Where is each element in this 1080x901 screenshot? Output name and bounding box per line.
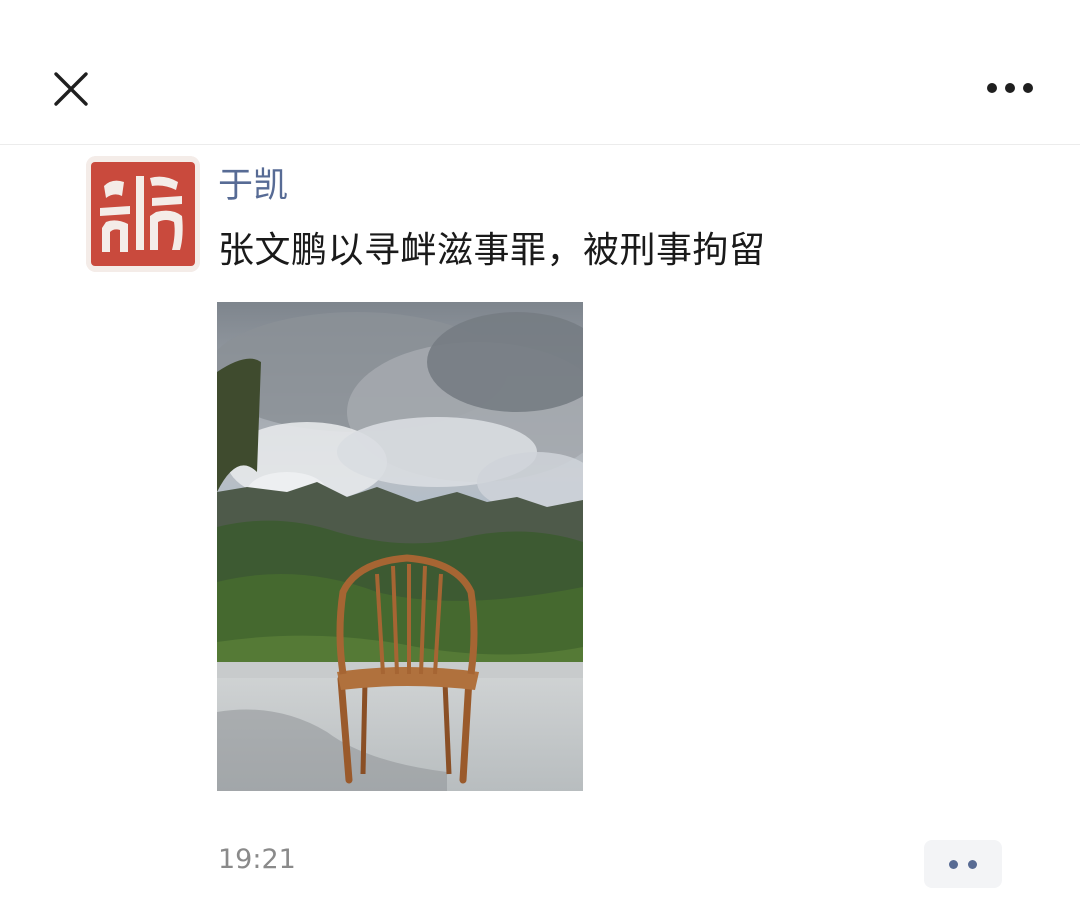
close-icon bbox=[54, 72, 88, 106]
seal-stamp-logo bbox=[86, 156, 200, 272]
author-name[interactable]: 于凯 bbox=[218, 164, 288, 208]
comment-like-icon-dot bbox=[968, 860, 977, 869]
avatar[interactable] bbox=[86, 156, 200, 272]
more-horizontal-icon bbox=[987, 83, 1033, 93]
post-text: 张文鹏以寻衅滋事罪，被刑事拘留 bbox=[218, 230, 766, 271]
comment-like-icon bbox=[949, 860, 958, 869]
post-timestamp: 19:21 bbox=[218, 844, 296, 875]
chair-mountain-photo bbox=[217, 302, 583, 791]
close-button[interactable] bbox=[48, 66, 94, 112]
top-bar bbox=[0, 0, 1080, 145]
post-photo[interactable] bbox=[217, 302, 583, 791]
comment-like-button[interactable] bbox=[924, 840, 1002, 888]
more-button[interactable] bbox=[982, 74, 1038, 102]
